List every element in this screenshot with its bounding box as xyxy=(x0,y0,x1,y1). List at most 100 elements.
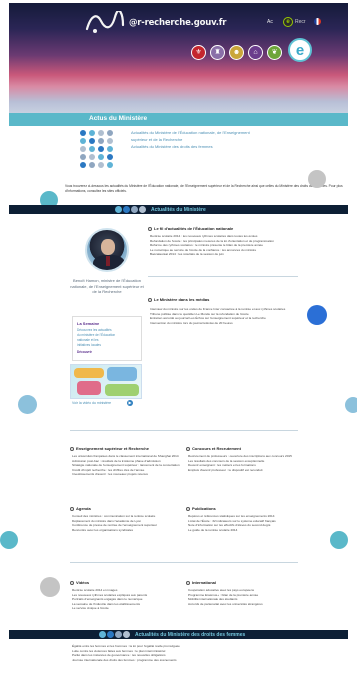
actus-bar-label: Actus du Ministère xyxy=(89,115,148,122)
play-icon[interactable]: ▶ xyxy=(127,400,133,406)
mortarboard-icon[interactable]: ⌂ xyxy=(248,44,263,60)
grid-dot xyxy=(107,162,113,168)
column-heading: Agenda xyxy=(70,506,91,511)
bar-dot xyxy=(115,206,122,213)
bar-dot xyxy=(123,206,130,213)
divider xyxy=(70,430,298,431)
grid-dot xyxy=(80,138,86,144)
grid-dot xyxy=(98,138,104,144)
promo-line: nationale et les xyxy=(77,338,99,342)
news-item[interactable]: Le guide de la rentrée scolaire 2014 xyxy=(188,528,296,533)
column-heading: Vidéos xyxy=(70,580,89,585)
decorative-dot-grid xyxy=(80,130,114,168)
graduation-icon[interactable]: ♜ xyxy=(210,44,225,60)
leaf-icon[interactable]: ❦ xyxy=(267,44,282,60)
column-heading-text: Vidéos xyxy=(76,580,90,585)
header-link-ac[interactable]: Ac xyxy=(267,19,273,25)
news-item[interactable]: Accords de partenariat avec les universi… xyxy=(188,602,296,607)
section-bar-ministere: Actualités du Ministère xyxy=(9,205,348,214)
divider xyxy=(148,276,298,277)
news-heading-text: Le Ministère dans les médias xyxy=(154,297,210,302)
news-item[interactable]: Les universités françaises dans le class… xyxy=(72,454,180,459)
grid-dot xyxy=(107,138,113,144)
column-list: Rentrée scolaire 2014 en images Les nouve… xyxy=(72,588,180,611)
column-icon xyxy=(70,506,74,511)
news-icon xyxy=(148,297,152,302)
decor-dot-lightblue-right xyxy=(345,397,357,413)
section-title-ministere: Actualités du Ministère xyxy=(151,206,206,213)
header-link-recr[interactable]: Recr xyxy=(295,19,306,25)
grid-dot xyxy=(89,130,95,136)
grid-dot xyxy=(80,130,86,136)
grid-dot xyxy=(89,154,95,160)
news-heading-1: Le fil d'actualités de l'Éducation natio… xyxy=(148,226,233,231)
column-heading-text: Enseignement supérieur et Recherche xyxy=(76,446,149,451)
intro-link-1[interactable]: Actualités du Ministère de l'Éducation n… xyxy=(131,130,316,136)
promo-banner-semaine[interactable]: La Semaine Découvrez les actualités du m… xyxy=(72,316,142,361)
video-thumbnail[interactable] xyxy=(70,364,142,399)
divider xyxy=(70,562,298,563)
promo-headline: La Semaine xyxy=(77,321,100,326)
news-item[interactable]: Baccalauréat 2014 : les résultats de la … xyxy=(150,252,300,257)
minister-caption[interactable]: Benoît Hamon, ministre de l'Éducation na… xyxy=(68,278,146,295)
grid-dot xyxy=(107,130,113,136)
intro-link-2[interactable]: supérieur et de la Recherche xyxy=(131,137,316,143)
column-list: Repères et références statistiques sur l… xyxy=(188,514,296,532)
bar-dot xyxy=(139,206,146,213)
column-list: Les universités françaises dans le class… xyxy=(72,454,180,477)
column-list: Conseil des ministres : communication su… xyxy=(72,514,180,532)
column-heading: Concours et Recrutement xyxy=(186,446,241,451)
flag-icon[interactable] xyxy=(314,18,321,25)
intro-links: Actualités du Ministère de l'Éducation n… xyxy=(131,130,316,151)
grid-dot xyxy=(98,146,104,152)
news-heading-2: Le Ministère dans les médias xyxy=(148,297,209,302)
thumb-shape xyxy=(107,367,137,381)
thumb-shape xyxy=(74,368,104,378)
promo-line: Découvrez les actualités xyxy=(77,328,112,332)
decor-dot-grey-top-right xyxy=(308,170,326,188)
column-heading: Enseignement supérieur et Recherche xyxy=(70,446,149,451)
decor-dot-grey-left xyxy=(40,577,60,597)
education-e-icon[interactable]: e xyxy=(288,38,312,62)
column-icon xyxy=(70,446,74,451)
section-bar-droits-femmes: Actualités du Ministère des droits des f… xyxy=(9,630,348,639)
site-logo[interactable] xyxy=(85,11,125,35)
intro-link-3[interactable]: Actualités du Ministère des droits des f… xyxy=(131,144,316,150)
news-item[interactable]: Journée internationale des droits des fe… xyxy=(72,658,302,663)
fleur-de-lys-icon[interactable]: ⚜ xyxy=(191,44,206,60)
thumb-shape xyxy=(77,381,101,395)
news-list-1: Rentrée scolaire 2014 : les nouveaux ryt… xyxy=(150,234,300,257)
section-bar-dots xyxy=(115,206,146,213)
column-icon xyxy=(186,580,190,585)
news-item[interactable]: Intervention du ministre lors du journal… xyxy=(150,321,300,326)
minister-portrait[interactable] xyxy=(85,228,129,272)
news-item[interactable]: Le service civique à l'école xyxy=(72,606,180,611)
portrait-tie xyxy=(106,256,110,266)
news-item[interactable]: Rencontre avec les organisations syndica… xyxy=(72,528,180,533)
site-title[interactable]: @r-recherche.gouv.fr xyxy=(129,18,226,28)
news-item[interactable]: Interview du ministre sur les ondes de F… xyxy=(150,307,300,312)
news-item[interactable]: Emplois d'avenir professeur : le disposi… xyxy=(188,468,296,473)
news-list-femmes: Égalité entre les femmes et les hommes :… xyxy=(72,644,302,662)
column-icon xyxy=(70,580,74,585)
column-heading-text: Agenda xyxy=(76,506,91,511)
e-badge-icon[interactable]: e xyxy=(283,17,293,27)
thumb-shape xyxy=(105,384,139,396)
section-bar-dots xyxy=(99,631,130,638)
globe-icon[interactable]: ☻ xyxy=(229,44,244,60)
promo-link[interactable]: Découvrir xyxy=(77,350,92,354)
grid-dot xyxy=(98,130,104,136)
decor-dot-teal-left-2 xyxy=(0,531,18,549)
portrait-face xyxy=(101,239,115,255)
promo-line: du ministère de l'Éducation xyxy=(77,333,116,337)
video-caption[interactable]: Voir la vidéo du ministère xyxy=(72,401,111,405)
grid-dot xyxy=(107,154,113,160)
news-item[interactable]: Recrutement de professeurs : ouverture d… xyxy=(188,454,296,459)
actus-bar: Actus du Ministère xyxy=(9,113,348,126)
column-heading: International xyxy=(186,580,216,585)
grid-dot xyxy=(98,162,104,168)
column-heading: Publications xyxy=(186,506,216,511)
decor-dot-teal-right-2 xyxy=(330,531,348,549)
news-item[interactable]: Investissements d'avenir : les nouveaux … xyxy=(72,472,180,477)
bar-dot xyxy=(107,631,114,638)
